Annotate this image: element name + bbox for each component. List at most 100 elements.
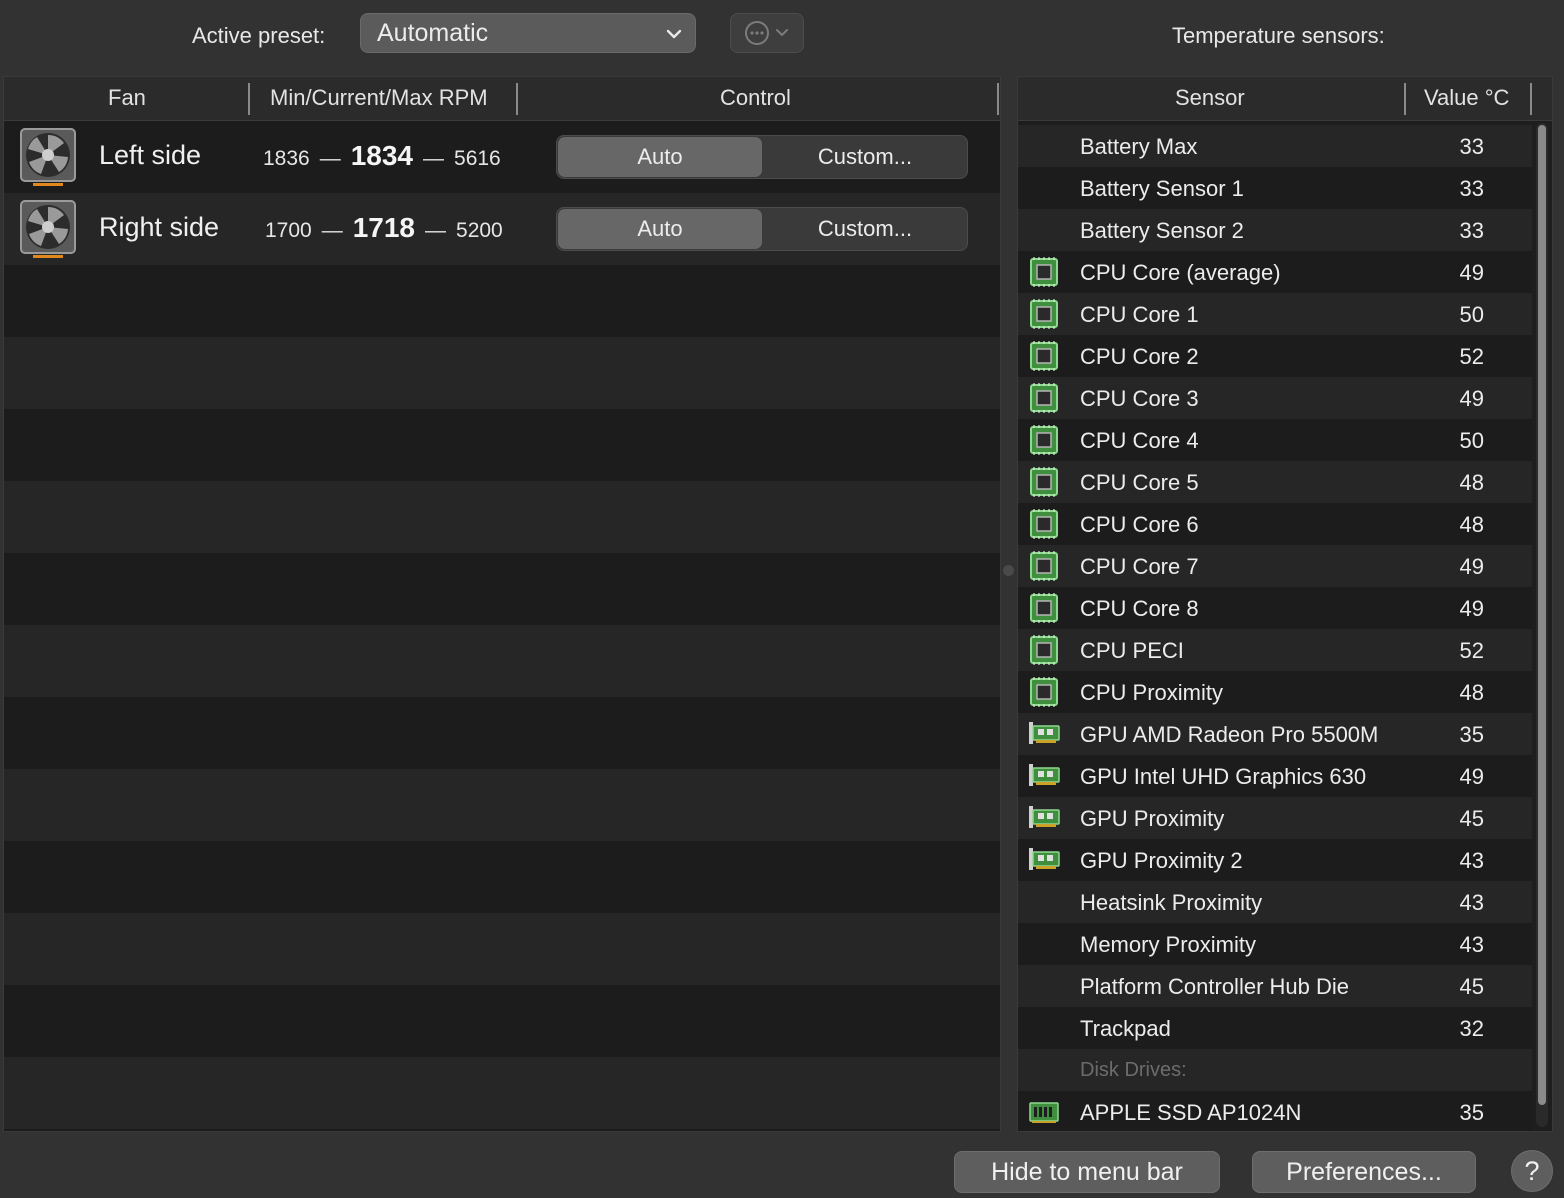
sensor-row[interactable]: Battery Max 33 xyxy=(1018,125,1532,167)
sensor-row[interactable]: CPU Core 7 49 xyxy=(1018,545,1532,587)
empty-row xyxy=(4,1129,1000,1131)
empty-row xyxy=(4,409,1000,481)
sensor-name: CPU Core 4 xyxy=(1080,428,1199,453)
sensor-row[interactable]: GPU Intel UHD Graphics 630 49 xyxy=(1018,755,1532,797)
sensor-row[interactable]: Platform Controller Hub Die 45 xyxy=(1018,965,1532,1007)
column-header-rpm[interactable]: Min/Current/Max RPM xyxy=(270,85,488,111)
sensor-name: Disk Drives: xyxy=(1080,1059,1187,1081)
sensor-name: GPU Intel UHD Graphics 630 xyxy=(1080,764,1367,789)
gpu-card-icon xyxy=(1029,722,1060,744)
cpu-chip-icon xyxy=(1030,467,1058,497)
sensor-row[interactable]: Memory Proximity 43 xyxy=(1018,923,1532,965)
fan-icon xyxy=(20,200,76,258)
scrollbar-thumb[interactable] xyxy=(1538,125,1546,1105)
column-header-control[interactable]: Control xyxy=(720,85,791,111)
sensor-scrollbar[interactable] xyxy=(1536,123,1548,1127)
sensor-value: 45 xyxy=(1459,974,1484,999)
column-divider[interactable] xyxy=(248,83,250,115)
column-divider[interactable] xyxy=(516,83,518,115)
sensor-row[interactable]: CPU Core 5 48 xyxy=(1018,461,1532,503)
sensor-value: 33 xyxy=(1459,218,1484,243)
sensor-name: CPU PECI xyxy=(1080,638,1184,663)
sensor-row[interactable]: Battery Sensor 1 33 xyxy=(1018,167,1532,209)
sensor-row[interactable]: CPU Core (average) 49 xyxy=(1018,251,1532,293)
ssd-icon xyxy=(1029,1102,1059,1123)
sensor-value: 48 xyxy=(1459,512,1484,537)
sensor-row[interactable]: CPU Core 8 49 xyxy=(1018,587,1532,629)
sensor-name: GPU Proximity 2 xyxy=(1080,848,1243,873)
preferences-button[interactable]: Preferences... xyxy=(1252,1151,1476,1193)
sensor-name: GPU AMD Radeon Pro 5500M xyxy=(1080,722,1379,747)
sensor-row[interactable]: CPU Core 4 50 xyxy=(1018,419,1532,461)
empty-row xyxy=(4,265,1000,337)
sensor-row[interactable]: Battery Sensor 2 33 xyxy=(1018,209,1532,251)
sensor-row[interactable]: GPU Proximity 2 43 xyxy=(1018,839,1532,881)
column-divider[interactable] xyxy=(1404,83,1406,115)
fan-icon xyxy=(20,128,76,186)
sensor-name: APPLE SSD AP1024N xyxy=(1080,1100,1302,1125)
control-custom-button[interactable]: Custom... xyxy=(763,136,967,178)
preset-dropdown[interactable]: Automatic xyxy=(360,13,696,53)
sensor-row[interactable]: GPU AMD Radeon Pro 5500M 35 xyxy=(1018,713,1532,755)
fan-row[interactable]: Left side 1836 — 1834 — 5616 Auto Custom… xyxy=(4,121,1000,193)
control-auto-button[interactable]: Auto xyxy=(558,209,762,249)
chevron-down-icon xyxy=(666,29,682,39)
sensor-row[interactable]: CPU PECI 52 xyxy=(1018,629,1532,671)
sensor-value: 43 xyxy=(1459,932,1484,957)
sensor-row[interactable]: CPU Core 1 50 xyxy=(1018,293,1532,335)
empty-row xyxy=(4,769,1000,841)
preset-dropdown-value: Automatic xyxy=(377,18,489,47)
sensor-name: Memory Proximity xyxy=(1080,932,1257,957)
preset-actions-button[interactable] xyxy=(730,13,804,53)
cpu-chip-icon xyxy=(1030,677,1058,707)
rpm-min: 1700 xyxy=(265,219,312,242)
rpm-readout: 1836 — 1834 — 5616 xyxy=(263,140,501,172)
sensor-row[interactable]: APPLE SSD AP1024N 35 xyxy=(1018,1091,1532,1131)
control-auto-button[interactable]: Auto xyxy=(558,137,762,177)
control-custom-button[interactable]: Custom... xyxy=(763,208,967,250)
sensor-value: 49 xyxy=(1459,260,1484,285)
empty-row xyxy=(4,553,1000,625)
rpm-current: 1718 xyxy=(352,212,416,243)
sensor-value: 35 xyxy=(1459,722,1484,747)
sensor-row[interactable]: CPU Core 6 48 xyxy=(1018,503,1532,545)
gpu-card-icon xyxy=(1029,806,1060,828)
sensor-row[interactable]: CPU Core 2 52 xyxy=(1018,335,1532,377)
sensor-row[interactable]: GPU Proximity 45 xyxy=(1018,797,1532,839)
split-view-divider[interactable] xyxy=(1003,565,1014,576)
column-divider[interactable] xyxy=(1530,83,1532,115)
sensor-name: Trackpad xyxy=(1080,1016,1171,1041)
cpu-chip-icon xyxy=(1030,551,1058,581)
temperature-sensors-title: Temperature sensors: xyxy=(1172,23,1385,48)
column-divider[interactable] xyxy=(997,83,999,115)
fan-control-segmented: Auto Custom... xyxy=(556,135,968,179)
sensor-name: CPU Core 6 xyxy=(1080,512,1199,537)
fan-row[interactable]: Right side 1700 — 1718 — 5200 Auto Custo… xyxy=(4,193,1000,265)
cpu-chip-icon xyxy=(1030,257,1058,287)
fan-table-header: Fan Min/Current/Max RPM Control xyxy=(4,77,1000,121)
sensor-value: 49 xyxy=(1459,596,1484,621)
cpu-chip-icon xyxy=(1030,425,1058,455)
column-header-value[interactable]: Value °C xyxy=(1424,85,1509,111)
empty-row xyxy=(4,985,1000,1057)
hide-to-menu-bar-button[interactable]: Hide to menu bar xyxy=(954,1151,1220,1193)
sensor-name: CPU Core (average) xyxy=(1080,260,1281,285)
sensor-row[interactable]: Trackpad 32 xyxy=(1018,1007,1532,1049)
gpu-card-icon xyxy=(1029,764,1060,786)
column-header-fan[interactable]: Fan xyxy=(108,85,146,111)
sensor-row[interactable]: Heatsink Proximity 43 xyxy=(1018,881,1532,923)
sensor-row[interactable]: CPU Proximity 48 xyxy=(1018,671,1532,713)
fan-name: Left side xyxy=(99,140,202,170)
sensor-name: CPU Core 7 xyxy=(1080,554,1199,579)
fan-control-segmented: Auto Custom... xyxy=(556,207,968,251)
help-button[interactable]: ? xyxy=(1511,1150,1553,1192)
sensor-row[interactable]: CPU Core 3 49 xyxy=(1018,377,1532,419)
rpm-max: 5200 xyxy=(456,219,503,242)
column-header-sensor[interactable]: Sensor xyxy=(1175,85,1245,111)
sensor-value: 43 xyxy=(1459,890,1484,915)
sensor-value: 52 xyxy=(1459,344,1484,369)
empty-row xyxy=(4,697,1000,769)
sensor-value: 52 xyxy=(1459,638,1484,663)
fan-name: Right side xyxy=(99,212,220,242)
empty-row xyxy=(4,625,1000,697)
